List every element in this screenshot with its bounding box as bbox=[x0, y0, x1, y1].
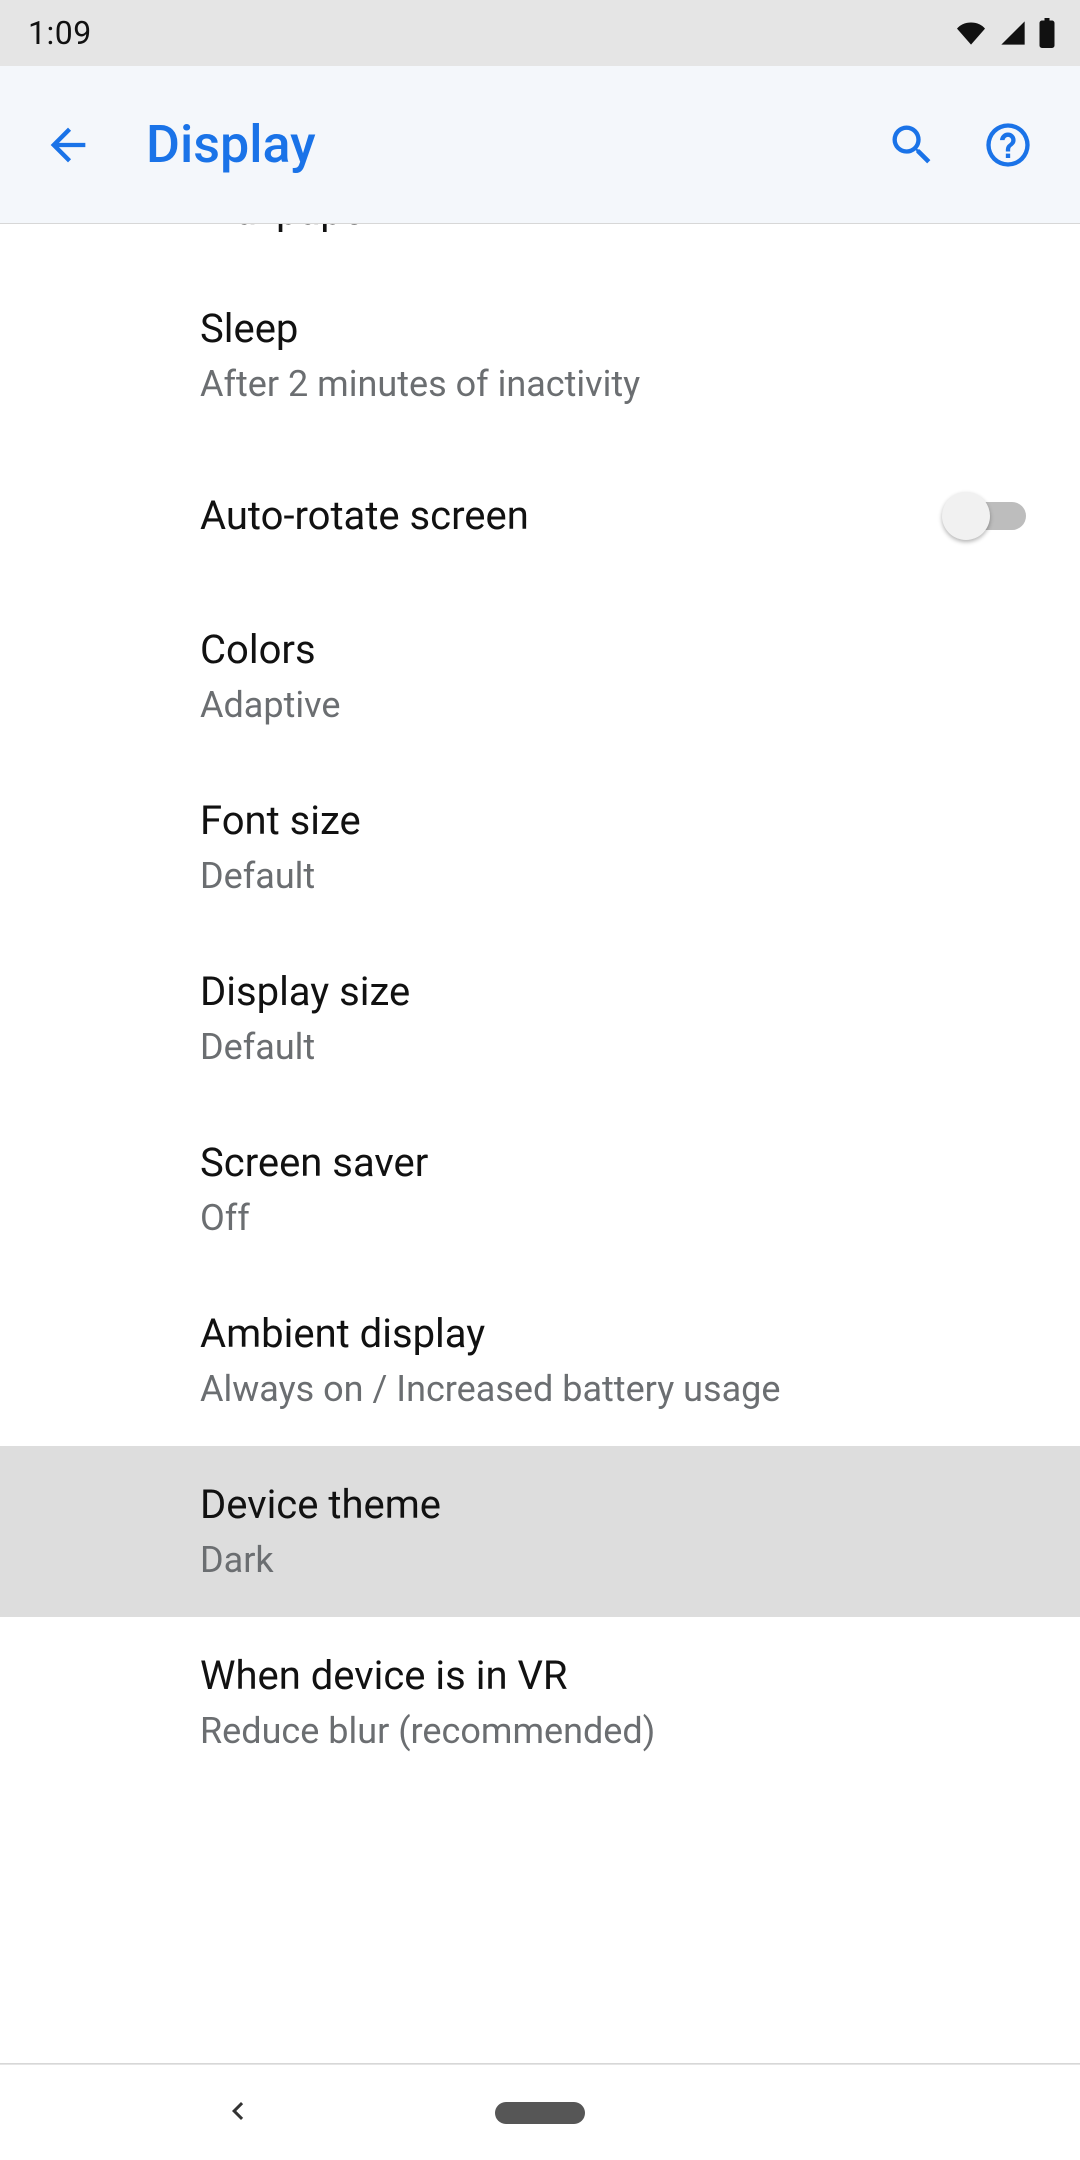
item-subtitle: After 2 minutes of inactivity bbox=[200, 362, 640, 407]
settings-item-wallpaper[interactable]: Wallpaper bbox=[0, 224, 1080, 270]
help-button[interactable] bbox=[972, 109, 1044, 181]
status-icons bbox=[954, 18, 1056, 48]
item-title: Sleep bbox=[200, 304, 640, 354]
search-icon bbox=[886, 119, 938, 171]
item-title: Wallpaper bbox=[200, 224, 378, 236]
item-subtitle: Default bbox=[200, 854, 361, 899]
switch-thumb bbox=[942, 492, 990, 540]
item-title: Ambient display bbox=[200, 1309, 780, 1359]
nav-back-button[interactable] bbox=[220, 2093, 256, 2133]
item-subtitle: Reduce blur (recommended) bbox=[200, 1709, 655, 1754]
auto-rotate-toggle[interactable] bbox=[942, 488, 1032, 544]
item-title: Colors bbox=[200, 625, 340, 675]
settings-list[interactable]: Wallpaper Sleep After 2 minutes of inact… bbox=[0, 224, 1080, 2064]
item-subtitle: Always on / Increased battery usage bbox=[200, 1367, 780, 1412]
settings-item-colors[interactable]: Colors Adaptive bbox=[0, 591, 1080, 762]
settings-item-vr[interactable]: When device is in VR Reduce blur (recomm… bbox=[0, 1617, 1080, 1788]
search-button[interactable] bbox=[876, 109, 948, 181]
settings-item-auto-rotate[interactable]: Auto-rotate screen bbox=[0, 441, 1080, 591]
item-title: Font size bbox=[200, 796, 361, 846]
wifi-icon bbox=[954, 19, 988, 47]
item-subtitle: Default bbox=[200, 1025, 410, 1070]
settings-item-display-size[interactable]: Display size Default bbox=[0, 933, 1080, 1104]
item-subtitle: Adaptive bbox=[200, 683, 340, 728]
settings-item-sleep[interactable]: Sleep After 2 minutes of inactivity bbox=[0, 270, 1080, 441]
battery-icon bbox=[1038, 18, 1056, 48]
settings-item-device-theme[interactable]: Device theme Dark bbox=[0, 1446, 1080, 1617]
chevron-left-icon bbox=[220, 2093, 256, 2129]
settings-item-font-size[interactable]: Font size Default bbox=[0, 762, 1080, 933]
item-subtitle: Dark bbox=[200, 1538, 441, 1583]
page-title: Display bbox=[146, 114, 852, 175]
item-title: When device is in VR bbox=[200, 1651, 655, 1701]
status-bar: 1:09 bbox=[0, 0, 1080, 66]
help-icon bbox=[982, 119, 1034, 171]
item-title: Device theme bbox=[200, 1480, 441, 1530]
navigation-bar bbox=[0, 2064, 1080, 2160]
nav-home-pill[interactable] bbox=[495, 2102, 585, 2124]
settings-item-ambient-display[interactable]: Ambient display Always on / Increased ba… bbox=[0, 1275, 1080, 1446]
arrow-back-icon bbox=[42, 119, 94, 171]
app-bar: Display bbox=[0, 66, 1080, 224]
settings-item-screen-saver[interactable]: Screen saver Off bbox=[0, 1104, 1080, 1275]
cellular-icon bbox=[998, 19, 1028, 47]
item-title: Auto-rotate screen bbox=[200, 491, 529, 541]
item-title: Display size bbox=[200, 967, 410, 1017]
status-time: 1:09 bbox=[28, 14, 92, 52]
back-button[interactable] bbox=[36, 113, 100, 177]
item-title: Screen saver bbox=[200, 1138, 428, 1188]
item-subtitle: Off bbox=[200, 1196, 428, 1241]
